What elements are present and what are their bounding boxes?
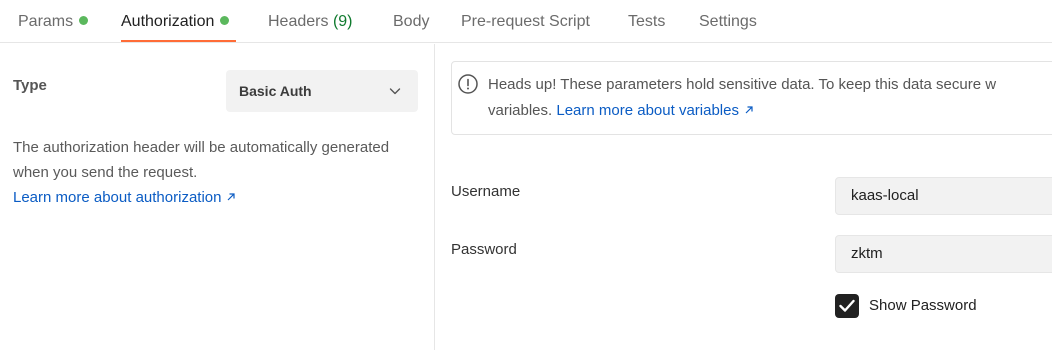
status-dot-icon — [220, 16, 230, 25]
external-link-icon — [745, 106, 753, 114]
username-input[interactable]: kaas-local — [835, 177, 1052, 215]
link-label: Learn more about authorization — [13, 189, 222, 206]
tab-pre-request-script[interactable]: Pre-request Script — [461, 12, 590, 32]
auth-type-select[interactable]: Basic Auth — [226, 70, 418, 112]
link-label: Learn more about variables — [556, 102, 739, 119]
request-tabs: Params Authorization Headers (9) Body Pr… — [0, 0, 1052, 43]
sensitive-data-callout: Heads up! These parameters hold sensitiv… — [451, 61, 1052, 135]
password-label: Password — [451, 241, 517, 258]
show-password-checkbox[interactable] — [835, 294, 859, 318]
active-tab-indicator — [121, 40, 236, 42]
tab-body[interactable]: Body — [393, 12, 429, 32]
learn-more-variables-link[interactable]: Learn more about variables — [556, 102, 754, 119]
status-dot-icon — [79, 16, 89, 25]
show-password-label[interactable]: Show Password — [869, 297, 977, 314]
password-input[interactable]: zktm — [835, 235, 1052, 273]
pane-divider[interactable] — [434, 44, 435, 350]
tab-params[interactable]: Params — [18, 12, 89, 32]
tab-label: Authorization — [121, 13, 215, 30]
check-icon — [839, 299, 855, 312]
username-label: Username — [451, 183, 521, 200]
external-link-icon — [228, 193, 236, 201]
tab-label: Params — [18, 13, 74, 30]
callout-text-prefix: variables. — [488, 102, 553, 119]
info-icon — [458, 74, 478, 94]
tab-tests[interactable]: Tests — [628, 12, 665, 32]
learn-more-authorization-link[interactable]: Learn more about authorization — [13, 189, 236, 206]
tab-label: Body — [393, 13, 430, 30]
callout-text: Heads up! These parameters hold sensitiv… — [488, 76, 997, 93]
tab-settings[interactable]: Settings — [699, 12, 757, 32]
chevron-down-icon — [389, 88, 401, 95]
tab-authorization[interactable]: Authorization — [121, 12, 230, 32]
auth-description: The authorization header will be automat… — [13, 135, 393, 210]
auth-type-label: Type — [13, 77, 47, 94]
tab-label: Headers — [268, 13, 329, 30]
tab-label: Tests — [628, 13, 666, 30]
auth-description-text: The authorization header will be automat… — [13, 139, 390, 181]
tab-headers[interactable]: Headers (9) — [268, 12, 353, 32]
tab-count-badge: (9) — [332, 13, 353, 30]
tab-label: Pre-request Script — [461, 13, 590, 30]
auth-type-value: Basic Auth — [239, 83, 312, 99]
callout-text-line2: variables. Learn more about variables — [488, 102, 754, 119]
tab-label: Settings — [699, 13, 757, 30]
